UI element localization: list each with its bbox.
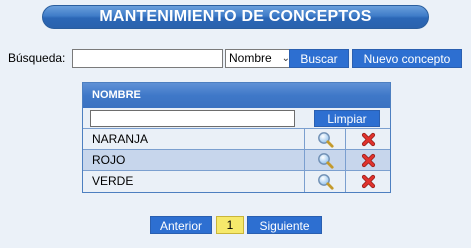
row-name: NARANJA <box>83 129 305 149</box>
magnifier-icon <box>317 131 334 148</box>
delete-x-icon <box>361 174 375 189</box>
delete-x-icon <box>361 153 375 167</box>
view-button[interactable] <box>305 171 346 192</box>
row-name: ROJO <box>83 150 305 170</box>
delete-button[interactable] <box>346 129 390 149</box>
concepts-table: NOMBRE Limpiar NARANJA ROJO VERDE <box>82 82 391 193</box>
delete-button[interactable] <box>346 171 390 192</box>
view-button[interactable] <box>305 129 346 149</box>
search-label: Búsqueda: <box>8 51 66 65</box>
table-row: ROJO <box>83 150 390 171</box>
search-field-select[interactable]: Nombre ⌄ <box>225 49 295 68</box>
search-button[interactable]: Buscar <box>289 49 349 68</box>
delete-button[interactable] <box>346 150 390 170</box>
search-field-selected: Nombre <box>229 51 272 65</box>
filter-input[interactable] <box>90 110 295 127</box>
clear-button[interactable]: Limpiar <box>314 110 380 127</box>
new-concept-button[interactable]: Nuevo concepto <box>352 49 462 68</box>
row-name: VERDE <box>83 171 305 192</box>
page-title: MANTENIMIENTO DE CONCEPTOS <box>42 5 429 29</box>
next-page-button[interactable]: Siguiente <box>247 216 322 234</box>
filter-row: Limpiar <box>83 108 390 129</box>
current-page-indicator[interactable]: 1 <box>216 216 244 234</box>
magnifier-icon <box>317 152 334 169</box>
table-row: VERDE <box>83 171 390 192</box>
column-header-name[interactable]: NOMBRE <box>83 83 390 108</box>
previous-page-button[interactable]: Anterior <box>150 216 212 234</box>
view-button[interactable] <box>305 150 346 170</box>
table-row: NARANJA <box>83 129 390 150</box>
search-input[interactable] <box>72 49 223 68</box>
delete-x-icon <box>361 132 375 146</box>
magnifier-icon <box>317 174 334 190</box>
